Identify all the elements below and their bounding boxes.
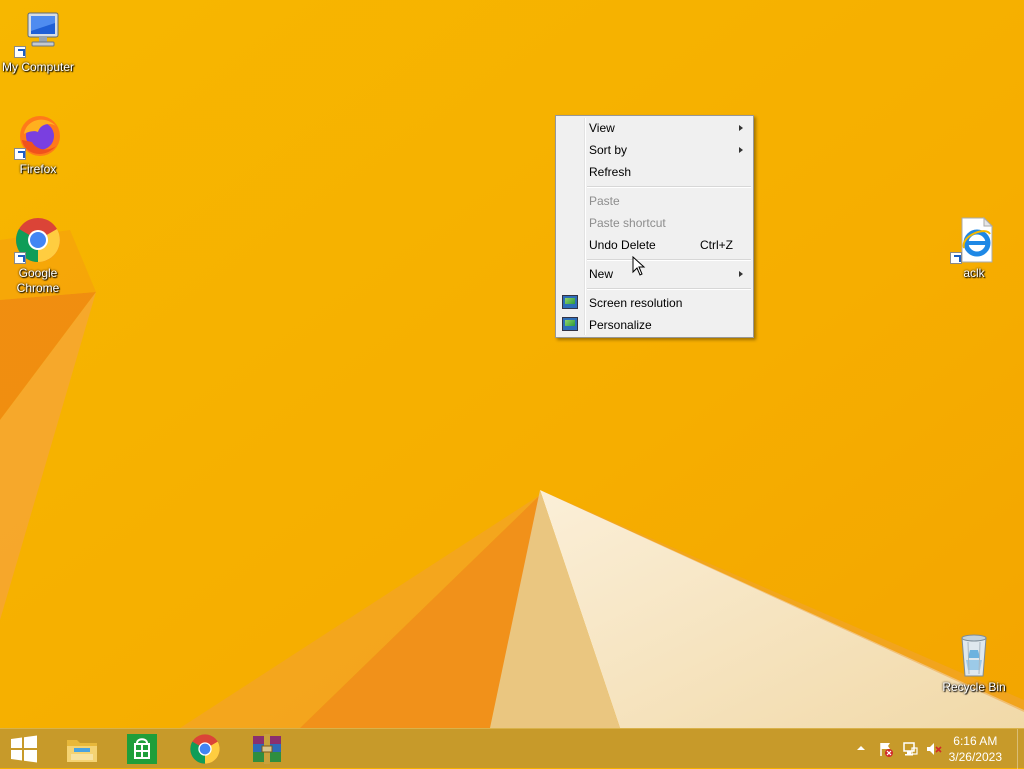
shortcut-arrow-icon xyxy=(14,46,26,58)
display-settings-icon xyxy=(562,295,578,309)
computer-icon xyxy=(14,10,62,58)
clock-time: 6:16 AM xyxy=(953,734,998,748)
menu-item-label: Refresh xyxy=(589,165,632,179)
action-center-flag-icon[interactable] xyxy=(878,741,894,757)
menu-item-label: Sort by xyxy=(589,143,628,157)
menu-separator xyxy=(587,288,751,290)
menu-item-label: Personalize xyxy=(589,318,652,332)
google-chrome-icon-item[interactable]: Google Chrome xyxy=(0,216,76,296)
store-taskbar-button[interactable] xyxy=(114,729,170,769)
submenu-arrow-icon xyxy=(739,147,743,153)
network-icon[interactable] xyxy=(902,741,918,757)
show-desktop-button[interactable] xyxy=(1017,729,1024,769)
wallpaper xyxy=(0,0,1024,728)
firefox-icon-item[interactable]: Firefox xyxy=(0,112,76,177)
menu-separator xyxy=(587,259,751,261)
menu-item-view[interactable]: View xyxy=(558,117,751,139)
submenu-arrow-icon xyxy=(739,125,743,131)
clock-date: 3/26/2023 xyxy=(948,750,1002,764)
desktop-icon-label: aclk xyxy=(963,266,985,280)
windows-logo-icon xyxy=(11,735,37,763)
desktop-icon-label: Firefox xyxy=(19,162,57,176)
desktop-icon-label: Google Chrome xyxy=(16,266,60,295)
menu-item-paste-shortcut[interactable]: Paste shortcut xyxy=(558,212,751,234)
internet-shortcut-icon xyxy=(950,216,998,264)
menu-item-label: Paste shortcut xyxy=(589,216,666,230)
store-icon xyxy=(127,734,157,764)
menu-item-label: New xyxy=(589,267,614,281)
show-hidden-icons-chevron-icon[interactable] xyxy=(856,743,866,753)
personalize-icon xyxy=(562,317,578,331)
menu-item-label: View xyxy=(589,121,615,135)
system-tray: 6:16 AM 3/26/2023 xyxy=(834,729,1024,769)
winrar-taskbar-button[interactable] xyxy=(239,729,295,769)
menu-item-sort-by[interactable]: Sort by xyxy=(558,139,751,161)
menu-item-paste[interactable]: Paste xyxy=(558,190,751,212)
my-computer-icon-item[interactable]: My Computer xyxy=(0,10,76,75)
firefox-icon xyxy=(14,112,62,160)
chrome-icon xyxy=(14,216,62,264)
chrome-icon xyxy=(190,734,220,764)
volume-muted-icon[interactable] xyxy=(926,741,942,757)
desktop-icon-label: Recycle Bin xyxy=(942,680,1006,694)
menu-item-label: Screen resolution xyxy=(589,296,683,310)
shortcut-arrow-icon xyxy=(14,148,26,160)
menu-item-new[interactable]: New xyxy=(558,263,751,285)
recycle-bin-icon xyxy=(950,630,998,678)
desktop-context-menu: View Sort by Refresh Paste Paste shortcu… xyxy=(555,115,754,338)
menu-item-personalize[interactable]: Personalize xyxy=(558,314,751,336)
menu-item-screen-resolution[interactable]: Screen resolution xyxy=(558,292,751,314)
menu-item-label: Undo Delete xyxy=(589,238,656,252)
menu-item-label: Paste xyxy=(589,194,620,208)
folder-icon xyxy=(67,740,97,762)
shortcut-arrow-icon xyxy=(950,252,962,264)
shortcut-arrow-icon xyxy=(14,252,26,264)
menu-separator xyxy=(587,186,751,188)
menu-item-undo-delete[interactable]: Undo Delete Ctrl+Z xyxy=(558,234,751,256)
recycle-bin-icon-item[interactable]: Recycle Bin xyxy=(936,630,1012,695)
desktop[interactable]: My Computer Firefox Google Chrome aclk R… xyxy=(0,0,1024,728)
desktop-icon-label: My Computer xyxy=(1,60,75,74)
aclk-icon-item[interactable]: aclk xyxy=(936,216,1012,281)
start-button[interactable] xyxy=(0,729,48,769)
menu-item-refresh[interactable]: Refresh xyxy=(558,161,751,183)
winrar-icon xyxy=(253,734,281,764)
file-explorer-taskbar-button[interactable] xyxy=(54,729,110,769)
taskbar: 6:16 AM 3/26/2023 xyxy=(0,728,1024,769)
submenu-arrow-icon xyxy=(739,271,743,277)
taskbar-clock[interactable]: 6:16 AM 3/26/2023 xyxy=(949,733,1002,765)
menu-item-shortcut: Ctrl+Z xyxy=(700,238,733,252)
chrome-taskbar-button[interactable] xyxy=(177,729,233,769)
mouse-pointer-icon xyxy=(632,256,646,276)
